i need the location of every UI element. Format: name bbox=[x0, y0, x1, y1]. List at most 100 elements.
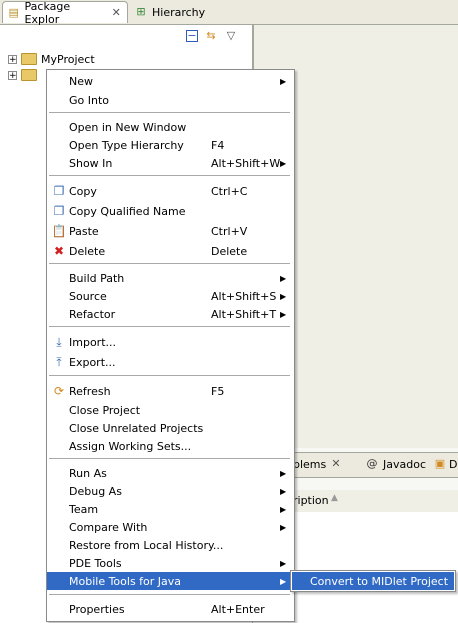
tab-package-explorer-label: Package Explor bbox=[24, 0, 71, 26]
menu-item-refactor[interactable]: Refactor Alt+Shift+T ▶ bbox=[47, 305, 292, 323]
submenu-arrow-icon: ▶ bbox=[280, 468, 287, 478]
paste-icon: 📋 bbox=[51, 224, 67, 238]
tree-item-second-project[interactable]: + bbox=[8, 67, 37, 83]
expand-icon[interactable]: + bbox=[8, 70, 17, 80]
menu-item-copy[interactable]: ❐ Copy Ctrl+C bbox=[47, 182, 292, 200]
menu-item-label: Team bbox=[69, 502, 99, 516]
menu-item-shortcut: F5 bbox=[211, 384, 225, 398]
menu-item-label: Close Project bbox=[69, 403, 141, 417]
view-toolbar: − ⇆ ▽ bbox=[186, 27, 238, 45]
menu-item-label: Copy bbox=[69, 184, 97, 198]
menu-item-properties[interactable]: Properties Alt+Enter bbox=[47, 600, 292, 618]
declaration-icon: ▣ bbox=[434, 457, 446, 470]
menu-item-mobile-tools-for-java[interactable]: Mobile Tools for Java ▶ bbox=[47, 572, 292, 590]
submenu-arrow-icon: ▶ bbox=[280, 558, 287, 568]
menu-item-label: Export... bbox=[69, 355, 116, 369]
menu-item-refresh[interactable]: ⟳ Refresh F5 bbox=[47, 382, 292, 400]
menu-item-label: Open Type Hierarchy bbox=[69, 138, 184, 152]
menu-item-label: Properties bbox=[69, 602, 125, 616]
view-menu-icon[interactable]: ▽ bbox=[224, 29, 238, 43]
menu-item-pde-tools[interactable]: PDE Tools ▶ bbox=[47, 554, 292, 572]
menu-item-debug-as[interactable]: Debug As ▶ bbox=[47, 482, 292, 500]
menu-separator bbox=[49, 594, 290, 595]
menu-item-open-type-hierarchy[interactable]: Open Type Hierarchy F4 bbox=[47, 136, 292, 154]
tab-package-explorer[interactable]: ▤ Package Explor ✕ bbox=[2, 0, 128, 26]
menu-item-export[interactable]: ⤒ Export... bbox=[47, 353, 292, 371]
menu-item-team[interactable]: Team ▶ bbox=[47, 500, 292, 518]
menu-item-label: New bbox=[69, 74, 93, 88]
menu-item-copy-qualified-name[interactable]: ❐ Copy Qualified Name bbox=[47, 202, 292, 220]
menu-item-label: Paste bbox=[69, 224, 99, 238]
menu-separator bbox=[49, 458, 290, 459]
menu-item-shortcut: Alt+Shift+S bbox=[211, 289, 277, 303]
menu-item-paste[interactable]: 📋 Paste Ctrl+V bbox=[47, 222, 292, 240]
expand-icon[interactable]: + bbox=[8, 54, 17, 64]
menu-item-label: Close Unrelated Projects bbox=[69, 421, 204, 435]
submenu-arrow-icon: ▶ bbox=[280, 576, 287, 586]
menu-item-label: Import... bbox=[69, 335, 116, 349]
menu-item-close-project[interactable]: Close Project bbox=[47, 401, 292, 419]
submenu-arrow-icon: ▶ bbox=[280, 158, 287, 168]
menu-item-label: Mobile Tools for Java bbox=[69, 574, 182, 588]
menu-separator bbox=[49, 326, 290, 327]
menu-item-shortcut: Alt+Enter bbox=[211, 602, 265, 616]
menu-item-restore-local-history[interactable]: Restore from Local History... bbox=[47, 536, 292, 554]
submenu-arrow-icon: ▶ bbox=[280, 291, 287, 301]
menu-item-go-into[interactable]: Go Into bbox=[47, 91, 292, 109]
menu-item-label: Open in New Window bbox=[69, 120, 187, 134]
menu-item-label: Restore from Local History... bbox=[69, 538, 224, 552]
menu-item-label: Build Path bbox=[69, 271, 125, 285]
export-icon: ⤒ bbox=[56, 355, 62, 369]
copy-qualified-name-icon: ❐ bbox=[53, 204, 65, 218]
menu-item-shortcut: Alt+Shift+T bbox=[211, 307, 277, 321]
menu-item-new[interactable]: New ▶ bbox=[47, 72, 292, 90]
delete-icon: ✖ bbox=[53, 244, 65, 258]
project-folder-icon bbox=[21, 69, 37, 81]
refresh-icon: ⟳ bbox=[53, 384, 65, 398]
collapse-all-icon[interactable]: − bbox=[186, 30, 198, 42]
tab-hierarchy-label: Hierarchy bbox=[152, 5, 206, 19]
menu-item-import[interactable]: ⤓ Import... bbox=[47, 333, 292, 351]
menu-item-build-path[interactable]: Build Path ▶ bbox=[47, 269, 292, 287]
menu-item-delete[interactable]: ✖ Delete Delete bbox=[47, 242, 292, 260]
tab-problems[interactable]: blems bbox=[293, 458, 326, 471]
menu-item-close-unrelated-projects[interactable]: Close Unrelated Projects bbox=[47, 419, 292, 437]
project-folder-icon bbox=[21, 53, 37, 65]
menu-item-convert-to-midlet-project[interactable]: Convert to MIDlet Project bbox=[292, 572, 454, 590]
close-icon[interactable]: ✕ bbox=[329, 457, 343, 471]
menu-separator bbox=[49, 175, 290, 176]
menu-separator bbox=[49, 112, 290, 113]
submenu-arrow-icon: ▶ bbox=[280, 76, 287, 86]
menu-separator bbox=[49, 375, 290, 376]
menu-item-compare-with[interactable]: Compare With ▶ bbox=[47, 518, 292, 536]
menu-item-label: Convert to MIDlet Project bbox=[310, 574, 449, 588]
menu-item-run-as[interactable]: Run As ▶ bbox=[47, 464, 292, 482]
close-icon[interactable]: ✕ bbox=[109, 6, 123, 20]
menu-item-shortcut: Ctrl+V bbox=[211, 224, 248, 238]
tab-hierarchy[interactable]: ⊞ Hierarchy bbox=[130, 1, 250, 23]
submenu-arrow-icon: ▶ bbox=[280, 273, 287, 283]
link-with-editor-icon[interactable]: ⇆ bbox=[204, 29, 218, 43]
menu-item-assign-working-sets[interactable]: Assign Working Sets... bbox=[47, 437, 292, 455]
menu-item-open-in-new-window[interactable]: Open in New Window bbox=[47, 118, 292, 136]
menu-separator bbox=[49, 263, 290, 264]
tab-declaration[interactable]: D bbox=[449, 458, 457, 471]
description-column-header[interactable]: ription bbox=[293, 494, 329, 507]
menu-item-show-in[interactable]: Show In Alt+Shift+W ▶ bbox=[47, 154, 292, 172]
copy-icon: ❐ bbox=[53, 184, 65, 198]
menu-item-label: Copy Qualified Name bbox=[69, 204, 186, 218]
menu-item-label: Refresh bbox=[69, 384, 111, 398]
menu-item-label: Source bbox=[69, 289, 107, 303]
menu-item-source[interactable]: Source Alt+Shift+S ▶ bbox=[47, 287, 292, 305]
sort-ascending-icon: ▲ bbox=[331, 493, 338, 503]
menu-item-label: Debug As bbox=[69, 484, 122, 498]
menu-item-label: Delete bbox=[69, 244, 106, 258]
tab-javadoc[interactable]: Javadoc bbox=[383, 458, 426, 471]
mobile-tools-submenu: Convert to MIDlet Project bbox=[290, 570, 456, 592]
menu-item-shortcut: Delete bbox=[211, 244, 248, 258]
hierarchy-icon: ⊞ bbox=[136, 5, 146, 18]
menu-item-label: Refactor bbox=[69, 307, 116, 321]
submenu-arrow-icon: ▶ bbox=[280, 504, 287, 514]
tree-item-myproject[interactable]: + MyProject bbox=[8, 51, 95, 67]
menu-item-shortcut: Ctrl+C bbox=[211, 184, 248, 198]
